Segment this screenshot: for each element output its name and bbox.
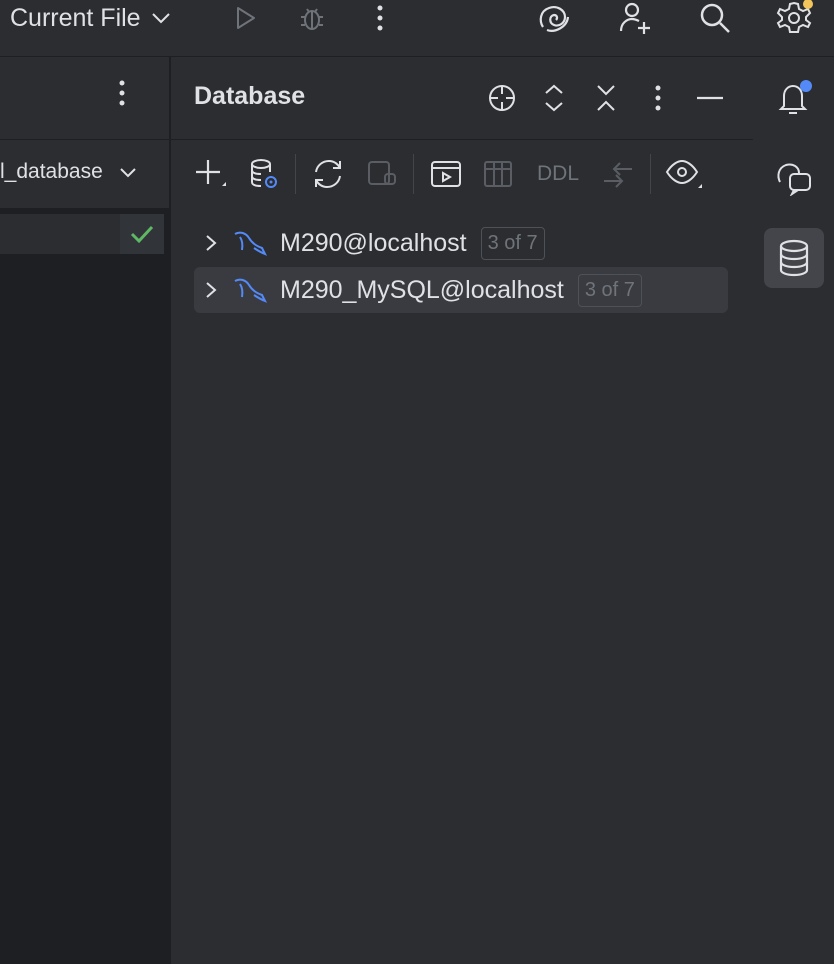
chevron-down-icon bbox=[151, 12, 171, 24]
add-icon[interactable] bbox=[190, 154, 230, 194]
collapse-all-icon[interactable] bbox=[586, 78, 626, 118]
schema-count-badge[interactable]: 3 of 7 bbox=[577, 273, 642, 307]
chevron-down-icon bbox=[119, 167, 137, 178]
schema-count-badge[interactable]: 3 of 7 bbox=[480, 226, 545, 260]
toolbar-separator bbox=[295, 154, 296, 194]
editor-tab-bar bbox=[0, 57, 169, 140]
search-icon[interactable] bbox=[695, 0, 735, 36]
database-title: Database bbox=[194, 82, 306, 110]
ddl-button[interactable]: DDL bbox=[532, 154, 584, 194]
data-source-properties-icon[interactable] bbox=[244, 154, 284, 194]
check-icon bbox=[130, 224, 154, 244]
run-configuration-selector[interactable]: Current File bbox=[10, 2, 171, 34]
expand-all-icon[interactable] bbox=[534, 78, 574, 118]
ai-chat-icon[interactable] bbox=[764, 148, 824, 208]
chevron-right-icon[interactable] bbox=[196, 234, 226, 252]
more-vertical-icon[interactable] bbox=[638, 78, 678, 118]
schema-selector[interactable]: l_database bbox=[0, 160, 137, 184]
more-vertical-icon[interactable] bbox=[118, 79, 126, 107]
refresh-icon[interactable] bbox=[308, 154, 348, 194]
disconnect-icon[interactable] bbox=[362, 154, 402, 194]
schema-selector-label: l_database bbox=[0, 160, 103, 183]
run-configuration-label: Current File bbox=[10, 3, 141, 32]
tree-row-connection[interactable]: M290@localhost 3 of 7 bbox=[194, 220, 728, 266]
toolbar-separator bbox=[413, 154, 414, 194]
view-options-icon[interactable] bbox=[664, 154, 704, 194]
connection-name: M290@localhost bbox=[280, 228, 467, 257]
notifications-icon[interactable] bbox=[764, 68, 824, 128]
add-user-icon[interactable] bbox=[615, 0, 655, 36]
minimize-icon[interactable] bbox=[690, 78, 730, 118]
mysql-icon bbox=[232, 275, 272, 305]
tree-row-connection[interactable]: M290_MySQL@localhost 3 of 7 bbox=[194, 267, 728, 313]
table-view-icon[interactable] bbox=[478, 154, 518, 194]
database-icon[interactable] bbox=[764, 228, 824, 288]
toolbar-separator bbox=[650, 154, 651, 194]
connection-name: M290_MySQL@localhost bbox=[280, 275, 564, 304]
inspection-status[interactable] bbox=[120, 214, 164, 254]
debug-icon[interactable] bbox=[292, 0, 332, 36]
chevron-right-icon[interactable] bbox=[196, 281, 226, 299]
compare-icon[interactable] bbox=[598, 154, 638, 194]
run-icon[interactable] bbox=[225, 0, 265, 36]
settings-icon[interactable] bbox=[774, 0, 814, 36]
locate-icon[interactable] bbox=[482, 78, 522, 118]
more-vertical-icon[interactable] bbox=[360, 0, 400, 36]
ddl-label: DDL bbox=[536, 162, 579, 185]
jump-to-console-icon[interactable] bbox=[426, 154, 466, 194]
mysql-icon bbox=[232, 228, 272, 258]
ai-assistant-icon[interactable] bbox=[534, 0, 574, 36]
